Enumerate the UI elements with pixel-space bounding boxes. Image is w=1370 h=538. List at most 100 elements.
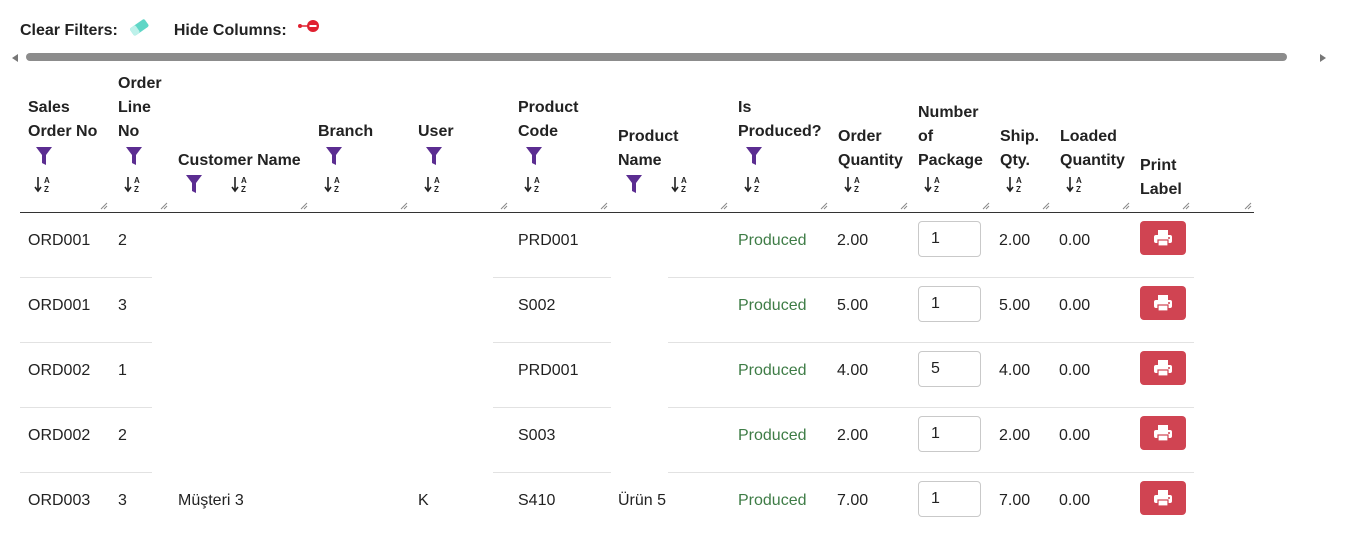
column-title-line: Produced? xyxy=(738,123,822,140)
column-resize-handle[interactable] xyxy=(1182,202,1190,210)
scroll-right-arrow-icon[interactable] xyxy=(1320,54,1326,62)
svg-text:Z: Z xyxy=(1016,185,1021,194)
column-resize-handle[interactable] xyxy=(500,202,508,210)
column-resize-handle[interactable] xyxy=(982,202,990,210)
column-title-line: Number xyxy=(918,104,979,121)
hide-columns-control[interactable]: Hide Columns: xyxy=(173,20,321,40)
table-row[interactable]: ORD002 2 S003 Produced 2.00 2.00 0.00 xyxy=(20,408,1254,473)
number-of-package-input[interactable] xyxy=(918,286,981,322)
column-resize-handle[interactable] xyxy=(400,202,408,210)
number-of-package-input[interactable] xyxy=(918,221,981,257)
clear-filters-label: Clear Filters: xyxy=(20,22,118,39)
clear-filters-control[interactable]: Clear Filters: xyxy=(20,19,150,41)
column-title-line: Qty. xyxy=(1000,152,1030,169)
col-sales-order-no: Sales Order No AZ xyxy=(20,70,110,212)
column-resize-handle[interactable] xyxy=(160,202,168,210)
order-quantity-cell: 2.00 xyxy=(837,427,869,444)
table-row[interactable]: ORD002 1 PRD001 Produced 4.00 4.00 0.00 xyxy=(20,343,1254,408)
column-title-line: Quantity xyxy=(838,152,903,169)
svg-text:A: A xyxy=(534,176,540,185)
col-print-label: Print Label xyxy=(1132,70,1254,212)
filter-funnel-icon[interactable] xyxy=(525,146,543,166)
eraser-icon[interactable] xyxy=(128,17,150,37)
product-code-cell: PRD001 xyxy=(518,362,579,379)
column-title-line: Label xyxy=(1140,181,1182,198)
toolbar: Clear Filters: Hide Columns: xyxy=(20,17,345,45)
order-no-cell: ORD002 xyxy=(28,427,91,444)
column-resize-handle[interactable] xyxy=(100,202,108,210)
print-label-button[interactable] xyxy=(1140,221,1186,255)
column-title-line: Product xyxy=(518,99,579,116)
number-of-package-input[interactable] xyxy=(918,481,981,517)
column-resize-handle[interactable] xyxy=(1244,202,1252,210)
print-label-button[interactable] xyxy=(1140,481,1186,515)
number-of-package-input[interactable] xyxy=(918,416,981,452)
filter-funnel-icon[interactable] xyxy=(425,146,443,166)
sort-az-icon[interactable]: AZ xyxy=(324,174,344,194)
produced-status-cell: Produced xyxy=(738,362,807,379)
line-no-cell: 3 xyxy=(118,297,127,314)
column-resize-handle[interactable] xyxy=(300,202,308,210)
sort-az-icon[interactable]: AZ xyxy=(924,174,944,194)
sort-az-icon[interactable]: AZ xyxy=(1066,174,1086,194)
scroll-left-arrow-icon[interactable] xyxy=(12,54,18,62)
svg-text:A: A xyxy=(434,176,440,185)
column-title-line: of xyxy=(918,128,934,145)
svg-text:A: A xyxy=(334,176,340,185)
svg-text:Z: Z xyxy=(334,185,339,194)
print-label-button[interactable] xyxy=(1140,416,1186,450)
column-title-line: Print xyxy=(1140,157,1177,174)
scrollbar-thumb[interactable] xyxy=(26,53,1287,61)
table-row[interactable]: ORD003 3 Müşteri 3 K S410 Ürün 5 Produced 7.00 7… xyxy=(20,473,1254,538)
svg-text:Z: Z xyxy=(934,185,939,194)
sort-az-icon[interactable]: AZ xyxy=(844,174,864,194)
hide-column-icon[interactable] xyxy=(297,17,321,35)
order-no-cell: ORD002 xyxy=(28,362,91,379)
col-customer-name: Customer Name AZ xyxy=(170,70,310,212)
column-resize-handle[interactable] xyxy=(900,202,908,210)
sort-az-icon[interactable]: AZ xyxy=(744,174,764,194)
table-row[interactable]: ORD001 3 S002 Produced 5.00 5.00 0.00 xyxy=(20,278,1254,343)
column-title-line: Order xyxy=(838,128,882,145)
filter-funnel-icon[interactable] xyxy=(125,146,143,166)
col-ship-qty: Ship. Qty. AZ xyxy=(992,70,1052,212)
filter-funnel-icon[interactable] xyxy=(325,146,343,166)
sort-az-icon[interactable]: AZ xyxy=(124,174,144,194)
column-title-line: Code xyxy=(518,123,558,140)
produced-status-cell: Produced xyxy=(738,492,807,509)
line-no-cell: 3 xyxy=(118,492,127,509)
ship-qty-cell: 5.00 xyxy=(999,297,1031,314)
column-resize-handle[interactable] xyxy=(820,202,828,210)
filter-funnel-icon[interactable] xyxy=(35,146,53,166)
svg-text:A: A xyxy=(934,176,940,185)
column-title-line: Package xyxy=(918,152,983,169)
grid-body: ORD001 2 PRD001 Produced 2.00 2.00 0.00 ORD001 3… xyxy=(20,213,1254,538)
column-title-line: Ship. xyxy=(1000,128,1040,145)
hide-columns-label: Hide Columns: xyxy=(173,22,287,39)
sort-az-icon[interactable]: AZ xyxy=(34,174,54,194)
filter-funnel-icon[interactable] xyxy=(625,174,643,194)
sort-az-icon[interactable]: AZ xyxy=(1006,174,1026,194)
col-loaded-quantity: Loaded Quantity AZ xyxy=(1052,70,1132,212)
product-code-cell: S003 xyxy=(518,427,556,444)
sort-az-icon[interactable]: AZ xyxy=(524,174,544,194)
column-title-line: No xyxy=(118,123,140,140)
column-resize-handle[interactable] xyxy=(1042,202,1050,210)
sort-az-icon[interactable]: AZ xyxy=(671,174,691,194)
horizontal-scrollbar[interactable] xyxy=(10,52,1328,64)
print-label-button[interactable] xyxy=(1140,351,1186,385)
print-label-button[interactable] xyxy=(1140,286,1186,320)
order-quantity-cell: 7.00 xyxy=(837,492,869,509)
order-no-cell: ORD001 xyxy=(28,297,91,314)
sort-az-icon[interactable]: AZ xyxy=(231,174,251,194)
column-resize-handle[interactable] xyxy=(600,202,608,210)
ship-qty-cell: 7.00 xyxy=(999,492,1031,509)
customer-name-cell: Müşteri 3 xyxy=(178,492,244,509)
filter-funnel-icon[interactable] xyxy=(745,146,763,166)
table-row[interactable]: ORD001 2 PRD001 Produced 2.00 2.00 0.00 xyxy=(20,213,1254,278)
column-resize-handle[interactable] xyxy=(720,202,728,210)
sort-az-icon[interactable]: AZ xyxy=(424,174,444,194)
column-resize-handle[interactable] xyxy=(1122,202,1130,210)
number-of-package-input[interactable] xyxy=(918,351,981,387)
filter-funnel-icon[interactable] xyxy=(185,174,203,194)
